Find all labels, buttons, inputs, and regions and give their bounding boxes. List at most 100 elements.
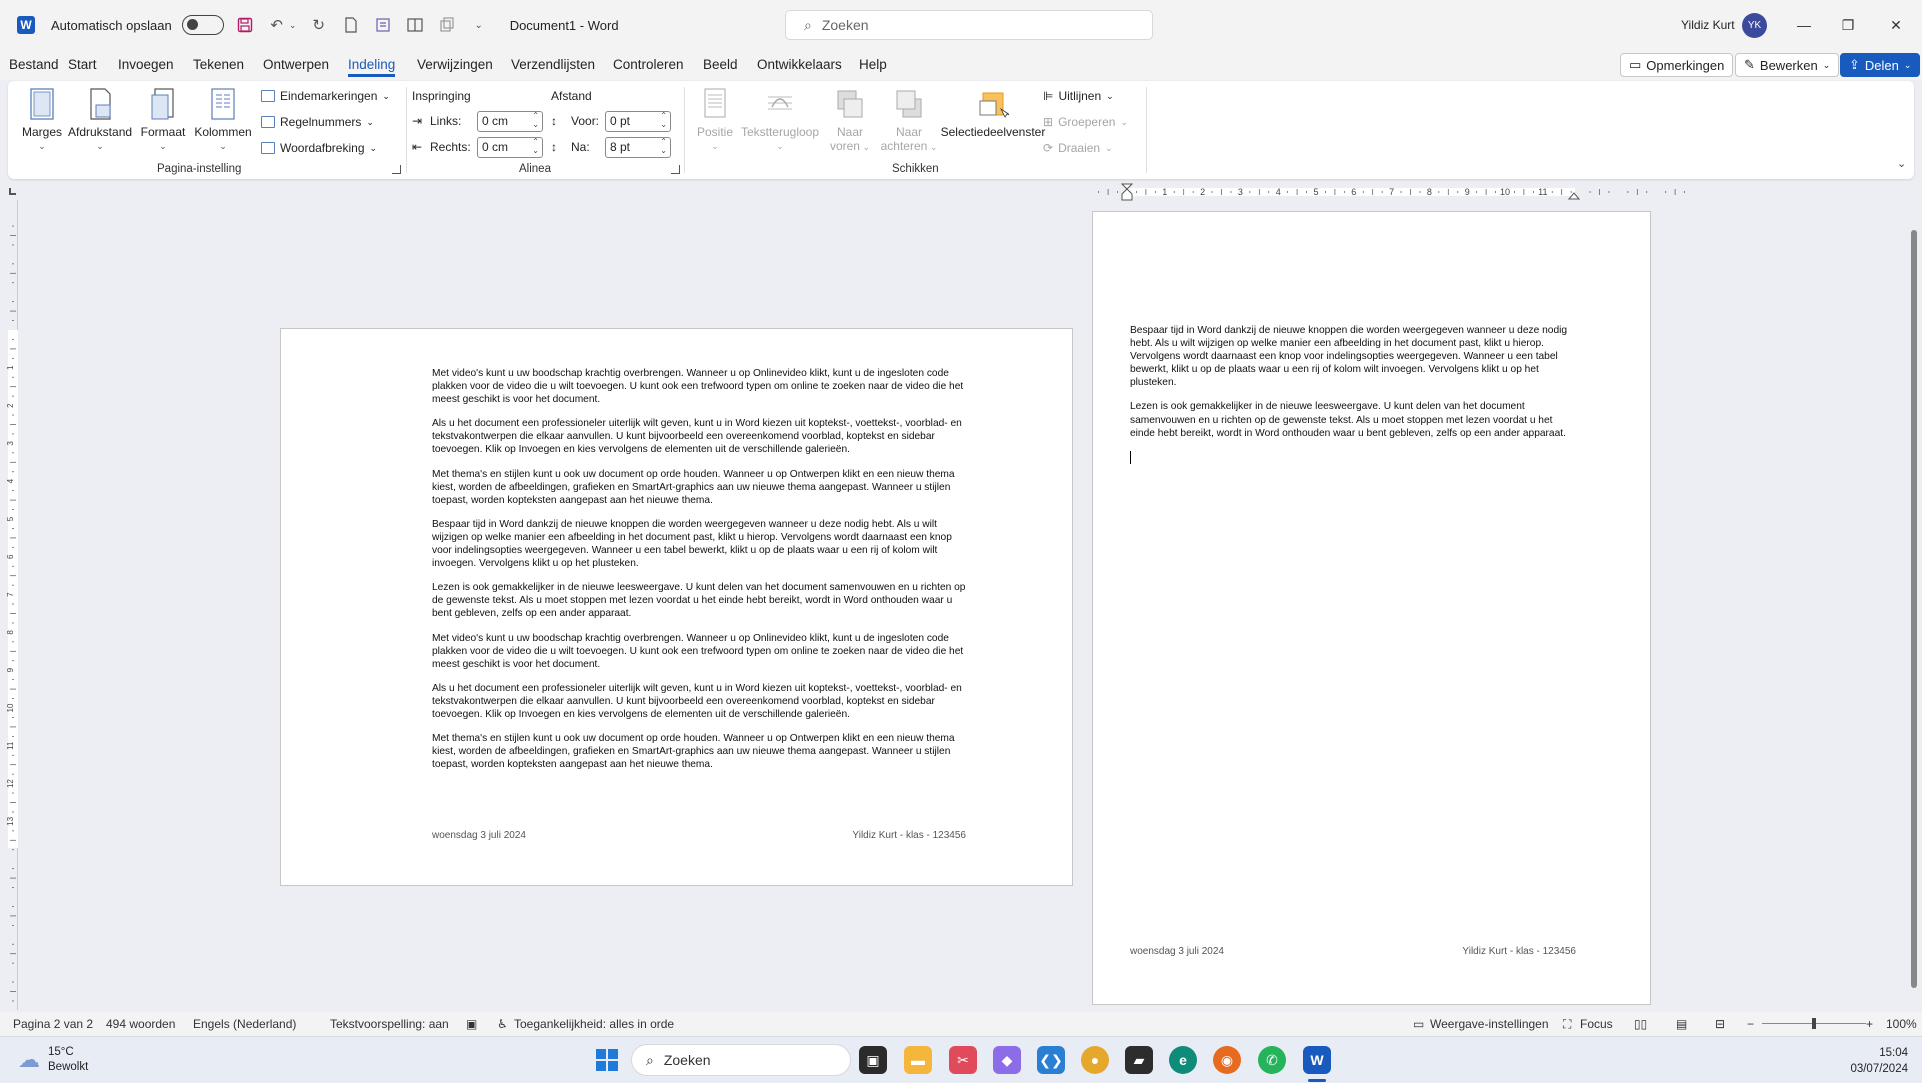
paragraph-launcher-icon[interactable] bbox=[671, 165, 680, 174]
edge-icon[interactable]: e bbox=[1169, 1046, 1197, 1074]
vscode-icon[interactable]: ❮❯ bbox=[1037, 1046, 1065, 1074]
file-explorer-icon[interactable]: ▬ bbox=[904, 1046, 932, 1074]
selection-pane-button[interactable]: Selectiedeelvenster bbox=[933, 87, 1053, 139]
zoom-slider[interactable] bbox=[1762, 1018, 1866, 1029]
snipping-tool-icon[interactable]: ✂ bbox=[949, 1046, 977, 1074]
whatsapp-icon[interactable]: ✆ bbox=[1258, 1046, 1286, 1074]
undo-icon[interactable]: ↶ bbox=[266, 14, 288, 36]
tab-beeld[interactable]: Beeld bbox=[703, 57, 738, 72]
send-backward-button[interactable]: Naar achteren ⌄ bbox=[880, 87, 938, 153]
horizontal-ruler[interactable]: 1 2 3 4 5 6 7 8 9 10 11 bbox=[1088, 187, 1685, 197]
tab-verwijzingen[interactable]: Verwijzingen bbox=[417, 57, 493, 72]
paragraph[interactable]: Als u het document een professioneler ui… bbox=[432, 682, 967, 721]
focus-button[interactable]: Focus bbox=[1580, 1017, 1613, 1031]
word-taskbar-icon[interactable]: W bbox=[1303, 1046, 1331, 1074]
edit-mode-button[interactable]: ✎ Bewerken ⌄ bbox=[1735, 53, 1840, 77]
tab-verzendlijsten[interactable]: Verzendlijsten bbox=[511, 57, 595, 72]
word-count[interactable]: 494 woorden bbox=[106, 1017, 175, 1031]
indent-marker-icon[interactable] bbox=[1120, 183, 1134, 201]
page-1-footer-date[interactable]: woensdag 3 juli 2024 bbox=[432, 830, 526, 841]
tab-ontwikkelaars[interactable]: Ontwikkelaars bbox=[757, 57, 842, 72]
close-icon[interactable]: ✕ bbox=[1876, 12, 1916, 38]
paragraph[interactable]: Als u het document een professioneler ui… bbox=[432, 417, 967, 456]
paragraph[interactable]: Lezen is ook gemakkelijker in de nieuwe … bbox=[1130, 400, 1580, 439]
page-count[interactable]: Pagina 2 van 2 bbox=[13, 1017, 93, 1031]
collapse-ribbon-icon[interactable]: ⌄ bbox=[1897, 157, 1906, 170]
tab-invoegen[interactable]: Invoegen bbox=[118, 57, 174, 72]
language-status[interactable]: Engels (Nederland) bbox=[193, 1017, 296, 1031]
tab-controleren[interactable]: Controleren bbox=[613, 57, 684, 72]
print-layout-icon[interactable]: ▤ bbox=[1676, 1017, 1687, 1031]
system-clock[interactable]: 15:04 03/07/2024 bbox=[1834, 1045, 1908, 1077]
page-setup-launcher-icon[interactable] bbox=[392, 165, 401, 174]
tab-help[interactable]: Help bbox=[859, 57, 887, 72]
align-button[interactable]: ⊫ Uitlijnen ⌄ bbox=[1043, 89, 1114, 103]
orientation-button[interactable]: Afdrukstand ⌄ bbox=[68, 87, 132, 152]
document-page-1[interactable]: Met video's kunt u uw boodschap krachtig… bbox=[280, 328, 1073, 886]
spacing-before-input[interactable]: 0 pt bbox=[605, 111, 671, 132]
avatar[interactable]: YK bbox=[1742, 13, 1767, 38]
customize-toolbar-icon[interactable]: ⌄ bbox=[468, 14, 490, 36]
text-predictions-status[interactable]: Tekstvoorspelling: aan bbox=[330, 1017, 449, 1031]
vertical-scrollbar[interactable] bbox=[1911, 230, 1917, 988]
page-1-body[interactable]: Met video's kunt u uw boodschap krachtig… bbox=[432, 367, 967, 782]
position-button[interactable]: Positie ⌄ bbox=[692, 87, 738, 152]
page-2-footer-date[interactable]: woensdag 3 juli 2024 bbox=[1130, 946, 1224, 957]
tab-indeling[interactable]: Indeling bbox=[348, 57, 396, 77]
layout-icon[interactable] bbox=[404, 14, 426, 36]
new-document-icon[interactable] bbox=[340, 14, 362, 36]
page-2-body[interactable]: Bespaar tijd in Word dankzij de nieuwe k… bbox=[1130, 324, 1580, 464]
right-indent-marker-icon[interactable] bbox=[1567, 189, 1581, 200]
taskbar-search[interactable]: ⌕ Zoeken bbox=[631, 1044, 851, 1076]
zoom-in-icon[interactable]: + bbox=[1866, 1017, 1873, 1031]
comments-button[interactable]: ▭ Opmerkingen bbox=[1620, 53, 1734, 77]
minimize-icon[interactable]: — bbox=[1784, 12, 1824, 38]
hyphenation-button[interactable]: Woordafbreking ⌄ bbox=[261, 141, 377, 155]
redo-icon[interactable]: ↻ bbox=[308, 14, 330, 36]
ruler-corner-icon[interactable] bbox=[9, 188, 16, 195]
autosave-toggle[interactable] bbox=[181, 15, 224, 35]
zoom-out-icon[interactable]: − bbox=[1747, 1017, 1754, 1031]
read-mode-icon[interactable]: ▯▯ bbox=[1634, 1017, 1647, 1031]
paragraph[interactable]: Met thema's en stijlen kunt u ook uw doc… bbox=[432, 732, 967, 771]
indent-left-input[interactable]: 0 cm bbox=[477, 111, 543, 132]
restore-icon[interactable]: ❐ bbox=[1828, 12, 1868, 38]
weather-widget[interactable]: ☁ 15°C Bewolkt bbox=[18, 1045, 88, 1075]
tab-bestand[interactable]: Bestand bbox=[9, 57, 59, 72]
paragraph[interactable]: Bespaar tijd in Word dankzij de nieuwe k… bbox=[1130, 324, 1580, 389]
proofing-icon[interactable]: ▣ bbox=[466, 1017, 477, 1031]
tab-ontwerpen[interactable]: Ontwerpen bbox=[263, 57, 329, 72]
paragraph[interactable]: Met video's kunt u uw boodschap krachtig… bbox=[432, 632, 967, 671]
document-page-2[interactable]: Bespaar tijd in Word dankzij de nieuwe k… bbox=[1092, 211, 1651, 1005]
size-button[interactable]: Formaat ⌄ bbox=[138, 87, 188, 152]
spacing-after-input[interactable]: 8 pt bbox=[605, 137, 671, 158]
paragraph[interactable]: Bespaar tijd in Word dankzij de nieuwe k… bbox=[432, 518, 967, 570]
search-box[interactable]: ⌕ Zoeken bbox=[785, 10, 1153, 40]
paragraph[interactable]: Lezen is ook gemakkelijker in de nieuwe … bbox=[432, 581, 967, 620]
sticky-notes-icon[interactable]: ▰ bbox=[1125, 1046, 1153, 1074]
page-1-footer-author[interactable]: Yildiz Kurt - klas - 123456 bbox=[852, 830, 966, 841]
columns-button[interactable]: Kolommen ⌄ bbox=[192, 87, 254, 152]
copilot-icon[interactable]: ◆ bbox=[993, 1046, 1021, 1074]
task-view-icon[interactable]: ▣ bbox=[859, 1046, 887, 1074]
display-settings-button[interactable]: Weergave-instellingen bbox=[1430, 1017, 1549, 1031]
form-icon[interactable] bbox=[372, 14, 394, 36]
wrap-text-button[interactable]: Tekstterugloop ⌄ bbox=[738, 87, 822, 152]
chrome-icon[interactable]: ● bbox=[1081, 1046, 1109, 1074]
firefox-icon[interactable]: ◉ bbox=[1213, 1046, 1241, 1074]
copy-icon[interactable] bbox=[436, 14, 458, 36]
paragraph[interactable]: Met thema's en stijlen kunt u ook uw doc… bbox=[432, 468, 967, 507]
group-button[interactable]: ⊞ Groeperen ⌄ bbox=[1043, 115, 1128, 129]
tab-start[interactable]: Start bbox=[68, 57, 97, 72]
page-2-footer-author[interactable]: Yildiz Kurt - klas - 123456 bbox=[1462, 946, 1576, 957]
start-button[interactable] bbox=[595, 1048, 619, 1072]
save-icon[interactable] bbox=[234, 14, 256, 36]
breaks-button[interactable]: Eindemarkeringen ⌄ bbox=[261, 89, 390, 103]
zoom-slider-thumb[interactable] bbox=[1812, 1018, 1816, 1029]
rotate-button[interactable]: ⟳ Draaien ⌄ bbox=[1043, 141, 1113, 155]
undo-dropdown-icon[interactable]: ⌄ bbox=[288, 14, 298, 36]
share-button[interactable]: ⇪ Delen ⌄ bbox=[1840, 53, 1921, 77]
user-name[interactable]: Yildiz Kurt bbox=[1681, 18, 1735, 32]
line-numbers-button[interactable]: Regelnummers ⌄ bbox=[261, 115, 374, 129]
vertical-ruler[interactable]: 1 2 3 4 5 6 7 8 9 10 11 12 13 bbox=[6, 200, 18, 1010]
